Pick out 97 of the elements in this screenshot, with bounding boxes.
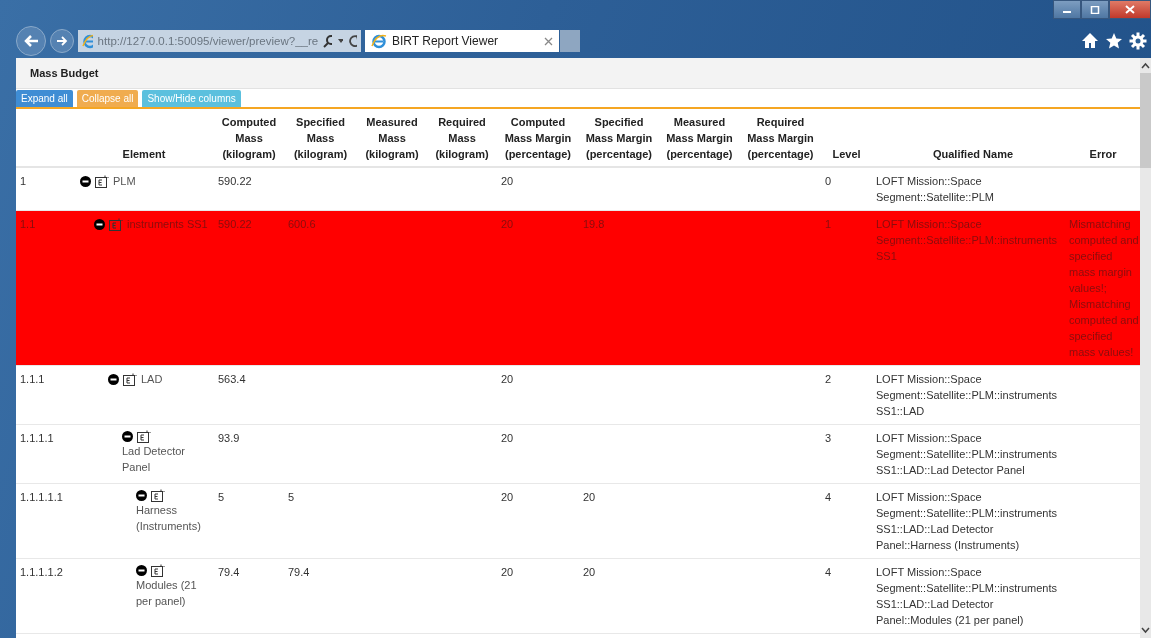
- forward-arrow-icon: [56, 36, 68, 46]
- maximize-icon: [1090, 5, 1100, 14]
- column-header: Qualified Name: [932, 148, 1014, 160]
- table-cell: 5: [288, 491, 295, 503]
- expand-button[interactable]: Expand all: [16, 90, 73, 107]
- table-cell: 5: [218, 491, 225, 503]
- back-button[interactable]: [16, 26, 46, 56]
- table-row[interactable]: 1.1.1.1.1 Harness (Instruments) 5 5 20 20 4 LOFT Mission::Space Segment::Satellite::PLM::instruments SS1::LAD::Lad Detector Panel::Harness (Instruments): [16, 483, 1140, 559]
- scroll-down-icon[interactable]: [1141, 627, 1150, 634]
- table-cell: 20: [501, 218, 514, 230]
- close-tab-icon[interactable]: [544, 36, 553, 46]
- scrollbar-thumb[interactable]: [1140, 73, 1151, 168]
- column-header: Element: [122, 148, 166, 160]
- collapse-icon[interactable]: [122, 431, 133, 442]
- forward-button[interactable]: [50, 29, 74, 53]
- column-header: Required Mass Margin (percentage): [747, 116, 814, 160]
- browser-logo-icon: [371, 33, 387, 49]
- table-cell: 20: [501, 491, 514, 503]
- column-header: Specified Mass (kilogram): [293, 116, 348, 160]
- column-header: Required Mass (kilogram): [435, 116, 489, 160]
- row-number: 1.1: [20, 218, 36, 230]
- column-header: Measured Mass Margin (percentage): [666, 116, 733, 160]
- element-name: instruments SS1: [127, 217, 208, 232]
- table-row[interactable]: 1.1.1.1.2 Modules (21 per panel) 79.4 79.4 20 20 4 LOFT Mission::Space Segment::Satellite::PLM::instruments SS1::LAD::Lad Detector Panel::Modules (21 per panel): [16, 558, 1140, 634]
- qualified-name: LOFT Mission::Space Segment::Satellite::PLM: [876, 175, 994, 203]
- qualified-name: LOFT Mission::Space Segment::Satellite::PLM::instruments SS1::LAD: [876, 373, 1057, 417]
- element-icon: [151, 489, 165, 502]
- qualified-name: LOFT Mission::Space Segment::Satellite::PLM::instruments SS1::LAD::Lad Detector Panel::Harness (Instruments): [876, 491, 1057, 551]
- collapse-icon[interactable]: [136, 490, 147, 501]
- home-icon[interactable]: [1081, 32, 1099, 49]
- table-cell: 20: [501, 373, 514, 385]
- table-row[interactable]: 1.1.1 LAD 563.4 20 2 LOFT Mission::Space Segment::Satellite::PLM::instruments SS1::LAD: [16, 365, 1140, 425]
- row-number: 1: [20, 175, 27, 187]
- table-cell: 590.22: [218, 218, 252, 230]
- table-cell: 20: [583, 566, 596, 578]
- qualified-name: LOFT Mission::Space Segment::Satellite::PLM::instruments SS1::LAD::Lad Detector Panel::Modules (21 per panel): [876, 566, 1057, 626]
- level-value: 2: [825, 373, 832, 385]
- table-row[interactable]: 1.1.1.1 Lad Detector Panel 93.9 20 3 LOFT Mission::Space Segment::Satellite::PLM::instruments SS1::LAD::Lad Detector Panel: [16, 424, 1140, 484]
- close-icon: [1125, 5, 1135, 14]
- scroll-up-icon[interactable]: [1141, 62, 1150, 69]
- column-header: Measured Mass (kilogram): [365, 116, 419, 160]
- scrollbar[interactable]: [1140, 58, 1151, 638]
- settings-icon[interactable]: [1129, 32, 1147, 50]
- star-icon[interactable]: [1105, 32, 1123, 49]
- element-icon: [95, 174, 109, 188]
- element-name: Modules (21 per panel): [136, 578, 198, 609]
- browser-tab[interactable]: BIRT Report Viewer: [365, 30, 559, 52]
- qualified-name: LOFT Mission::Space Segment::Satellite::PLM::instruments SS1: [876, 218, 1057, 262]
- element-icon: [109, 217, 123, 231]
- table-cell: 93.9: [218, 432, 240, 444]
- level-value: 1: [825, 218, 832, 230]
- table-cell: 20: [583, 491, 596, 503]
- qualified-name: LOFT Mission::Space Segment::Satellite::PLM::instruments SS1::LAD::Lad Detector Panel: [876, 432, 1057, 476]
- back-arrow-icon: [23, 34, 39, 48]
- level-value: 3: [825, 432, 832, 444]
- table-row[interactable]: 1 PLM 590.22 20 0 LOFT Mission::Space Segment::Satellite::PLM: [16, 167, 1140, 211]
- table-cell: 20: [501, 432, 514, 444]
- browser-logo-icon: [82, 33, 93, 49]
- collapse-icon[interactable]: [80, 175, 91, 187]
- row-number: 1.1.1.1.1: [20, 491, 63, 503]
- dropdown-caret-icon[interactable]: [337, 38, 343, 44]
- element-icon: [123, 372, 137, 386]
- table-cell: 79.4: [288, 566, 310, 578]
- column-header: Specified Mass Margin (percentage): [585, 116, 653, 160]
- table-cell: 19.8: [583, 218, 605, 230]
- column-header: Error: [1089, 148, 1117, 160]
- close-button[interactable]: [1109, 0, 1151, 19]
- element-icon: [137, 430, 151, 443]
- row-number: 1.1.1: [20, 373, 45, 385]
- row-number: 1.1.1.1: [20, 432, 54, 444]
- column-header: Computed Mass (kilogram): [221, 116, 277, 160]
- table-cell: 600.6: [288, 218, 316, 230]
- level-value: 4: [825, 491, 832, 503]
- element-name: Harness (Instruments): [136, 503, 202, 534]
- row-number: 1.1.1.1.2: [20, 566, 63, 578]
- minimize-button[interactable]: [1053, 0, 1081, 19]
- collapse-icon[interactable]: [136, 565, 147, 576]
- search-icon[interactable]: [323, 34, 333, 48]
- table-cell: 20: [501, 175, 514, 187]
- report-title: Mass Budget: [30, 67, 99, 79]
- level-value: 4: [825, 566, 832, 578]
- table-cell: 590.22: [218, 175, 252, 187]
- element-icon: [151, 564, 165, 577]
- collapse-icon[interactable]: [108, 373, 119, 385]
- collapse-icon[interactable]: [94, 218, 105, 230]
- table-cell: 20: [501, 566, 514, 578]
- element-name: Lad Detector Panel: [122, 444, 186, 475]
- refresh-icon[interactable]: [347, 34, 357, 48]
- element-name: PLM: [113, 174, 136, 189]
- error-message: Mismatching computed and specified mass margin values!; Mismatching computed and specified mass values!: [1069, 218, 1139, 358]
- table-cell: 79.4: [218, 566, 240, 578]
- level-value: 0: [825, 175, 832, 187]
- table-cell: 563.4: [218, 373, 246, 385]
- column-header: Computed Mass Margin (percentage): [504, 116, 572, 160]
- maximize-button[interactable]: [1081, 0, 1109, 19]
- element-name: LAD: [141, 372, 163, 387]
- column-header: Level: [832, 148, 861, 160]
